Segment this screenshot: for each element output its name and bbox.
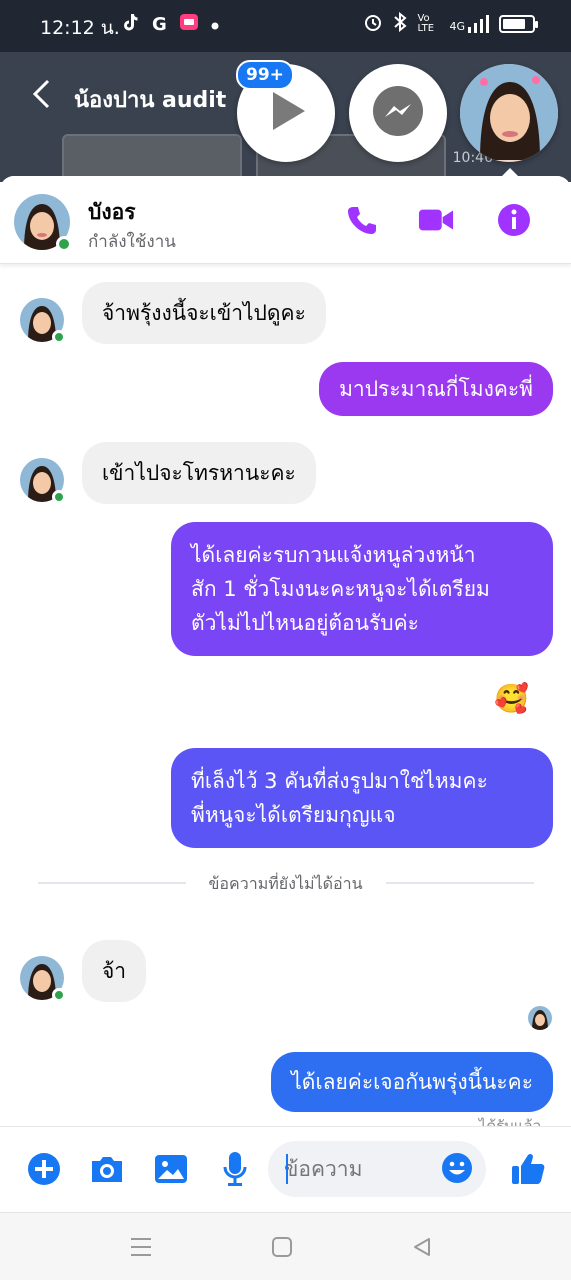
incoming-message[interactable]: จ้าพรุ้งงนี้จะเข้าไปดูคะ [82,282,326,344]
outgoing-message[interactable]: ได้เลยค่ะรบกวนแจ้งหนูล่วงหน้า สัก 1 ชั่ว… [171,522,553,656]
incoming-message[interactable]: เข้าไปจะโทรหานะคะ [82,442,316,504]
outgoing-message[interactable]: มาประมาณกี่โมงคะพี่ [319,362,553,416]
menu-icon[interactable] [127,1233,155,1261]
message-line: ตัวไม่ไปไหนอยู่ต้อนรับค่ะ [191,611,419,635]
background-thumbnail [62,134,242,182]
incoming-message[interactable]: จ้า [82,940,147,1002]
message-line: สัก 1 ชั่วโมงนะคะหนูจะได้เตรียม [191,577,490,601]
info-button[interactable] [496,202,532,238]
volte-label: Vo LTE [417,13,435,34]
sender-avatar[interactable] [20,298,66,344]
message-line: ที่เล็งไว้ 3 คันที่ส่งรูปมาใช่ไหมคะ [191,769,488,793]
tiktok-icon [120,12,140,36]
messenger-icon [371,84,425,142]
chat-header: บังอร กำลังใช้งาน [0,176,571,264]
sender-avatar[interactable] [20,458,66,504]
status-bar: 12:12 น. G Vo LTE 4G [0,0,571,52]
microphone-icon[interactable] [217,1151,253,1187]
alarm-icon [363,12,383,36]
battery-icon [499,15,538,33]
back-icon[interactable] [408,1233,436,1261]
phone-call-button[interactable] [344,202,380,238]
more-dot-icon [211,15,219,34]
online-indicator [56,236,72,252]
reaction-emoji[interactable]: 🥰 [494,682,529,715]
outgoing-message[interactable]: ได้เลยค่ะเจอกันพรุ่งนี้นะคะ [271,1052,553,1112]
contact-avatar[interactable] [14,194,72,252]
play-icon [261,86,311,140]
seen-avatar [528,1006,552,1030]
app-notification-icon [179,12,199,36]
back-arrow-icon[interactable] [28,78,56,114]
chat-panel: บังอร กำลังใช้งาน จ้าพรุ้งงนี้จะเข้าไปดู… [0,176,571,1212]
unread-divider-label: ข้อความที่ยังไม่ได้อ่าน [208,874,363,893]
google-icon: G [152,13,167,35]
message-input-box[interactable] [268,1141,486,1197]
sender-avatar[interactable] [20,956,66,1002]
notification-icons: G [120,12,219,36]
divider-line [386,882,534,884]
system-icons: Vo LTE 4G [363,11,538,36]
online-indicator [52,490,66,504]
camera-icon[interactable] [89,1151,125,1187]
system-navigation-bar [0,1212,571,1280]
online-indicator [52,330,66,344]
plus-icon[interactable] [26,1151,62,1187]
bluetooth-icon [393,11,408,36]
message-line: พี่หนูจะได้เตรียมกุญแจ [191,803,396,827]
contact-status: กำลังใช้งาน [88,232,176,252]
contact-avatar-icon [460,64,558,162]
outgoing-message[interactable]: ที่เล็งไว้ 3 คันที่ส่งรูปมาใช่ไหมคะ พี่ห… [171,748,553,848]
signal-icon: 4G [449,15,489,33]
background-chat-title: น้องปาน audit [74,88,227,113]
emoji-icon[interactable] [440,1151,476,1187]
contact-chathead[interactable] [460,64,558,162]
gallery-icon[interactable] [153,1151,189,1187]
battery-level [503,19,525,29]
message-line: ได้เลยค่ะรบกวนแจ้งหนูล่วงหน้า [191,543,476,567]
home-icon[interactable] [268,1233,296,1261]
thumbs-up-icon[interactable] [510,1151,546,1187]
messenger-chathead[interactable] [349,64,447,162]
message-input[interactable] [284,1155,434,1183]
video-call-button[interactable] [418,202,454,238]
status-time: 12:12 น. [40,17,120,39]
message-composer [0,1126,571,1212]
network-type-label: 4G [449,20,465,33]
online-indicator [52,988,66,1002]
contact-name: บังอร [88,200,136,224]
unread-count-badge: 99+ [236,60,294,90]
text-cursor [286,1154,288,1184]
